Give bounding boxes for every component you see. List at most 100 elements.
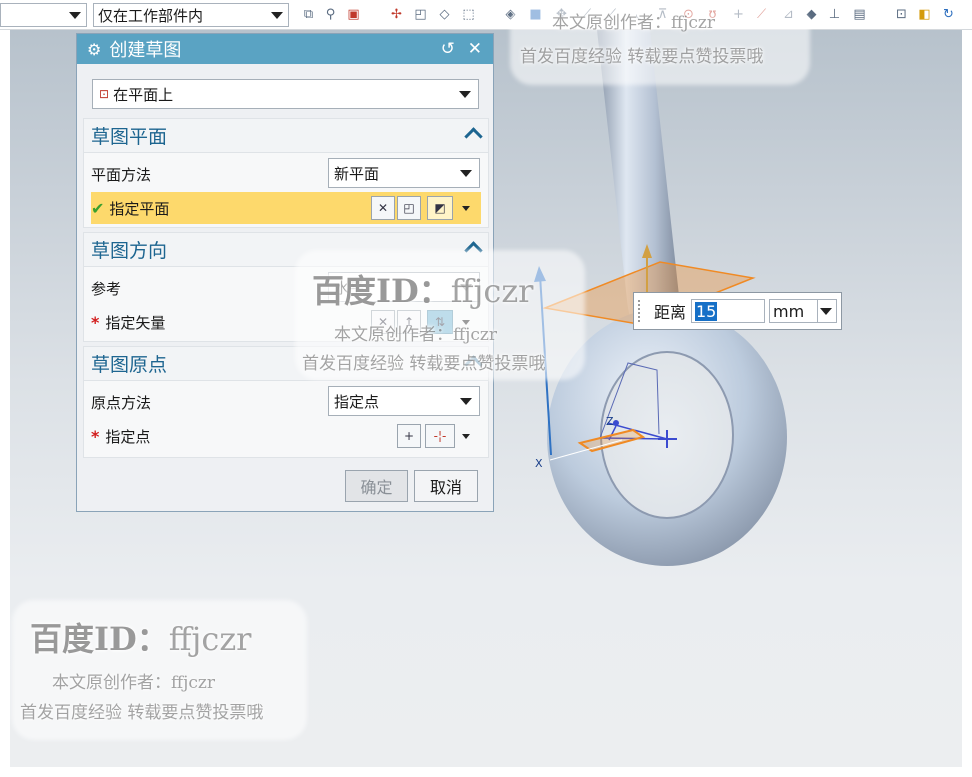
circle-center-icon[interactable]: ⊙	[680, 6, 697, 23]
viewport-frame-bottom	[0, 767, 972, 777]
reset-icon[interactable]: ↺	[441, 39, 455, 59]
chevron-down-icon[interactable]	[455, 424, 477, 448]
plane-options-icon[interactable]: ◩	[427, 196, 453, 220]
intersect-icon[interactable]: ⊼	[654, 6, 671, 23]
arc-icon[interactable]: ◟	[630, 6, 647, 23]
dialog-titlebar[interactable]: ⚙ 创建草图 ↺ ✕	[77, 34, 493, 64]
wcs-icon[interactable]: ✥	[553, 6, 570, 23]
scope-select[interactable]: 仅在工作部件内	[93, 3, 289, 27]
filter-select[interactable]	[0, 3, 87, 27]
distance-popup: 距离 15 mm	[633, 292, 842, 330]
point-snap-icon[interactable]: ✢	[388, 6, 405, 23]
viewport-frame-right	[962, 30, 972, 777]
orient-view-icon[interactable]: ◈	[502, 6, 519, 23]
select-feature-icon[interactable]: ▣	[345, 6, 362, 23]
group-sketch-plane: 草图平面 平面方法 新平面 ✔ 指定平面 ✕ ◰ ◩	[83, 118, 489, 228]
sketch-type-select[interactable]: ⊡ 在平面上	[92, 79, 479, 109]
x-axis-label: X	[535, 457, 543, 470]
dialog-title: 创建草图	[109, 40, 182, 61]
chevron-down-icon[interactable]	[455, 310, 477, 334]
specify-point-label: 指定点	[105, 427, 151, 446]
viewport-frame-left	[0, 30, 10, 777]
chevron-down-icon	[460, 284, 472, 291]
create-sketch-dialog: ⚙ 创建草图 ↺ ✕ ⊡ 在平面上 草图平面 平面方法 新平面 ✔ 指定平面 ✕…	[76, 33, 494, 512]
group-sketch-orientation-header[interactable]: 草图方向	[84, 233, 488, 267]
top-toolbar: 仅在工作部件内 ⧉ ⚲ ▣ ✢ ◰ ◇ ⬚ ◈ ■ ✥ ⟋ ⟋ ◟ ⊼ ⊙ ʊ …	[0, 0, 972, 30]
line-icon[interactable]: ⟋	[578, 6, 595, 23]
chevron-down-icon	[459, 91, 471, 98]
refresh-view-icon[interactable]: ◧	[916, 6, 933, 23]
plane-method-select[interactable]: 新平面	[328, 158, 480, 188]
infer-vector-icon[interactable]: ✕	[371, 310, 395, 334]
chevron-down-icon	[69, 12, 81, 19]
unit-select[interactable]: mm	[769, 299, 837, 323]
shaded-icon[interactable]: ■	[527, 6, 544, 23]
specify-point-row[interactable]: * 指定点	[91, 420, 481, 452]
collapse-icon[interactable]	[465, 241, 481, 255]
box-select-icon[interactable]: ⬚	[460, 6, 477, 23]
chevron-down-icon	[460, 170, 472, 177]
origin-method-label: 原点方法	[91, 393, 152, 412]
close-icon[interactable]: ✕	[468, 39, 482, 59]
chevron-down-icon	[271, 12, 283, 19]
group-sketch-plane-header[interactable]: 草图平面	[84, 119, 488, 153]
group-sketch-origin-header[interactable]: 草图原点	[84, 347, 488, 381]
cancel-button[interactable]: 取消	[414, 470, 478, 502]
collapse-icon[interactable]	[465, 355, 481, 369]
sketch-type-value: 在平面上	[113, 85, 174, 104]
drag-grip-icon[interactable]	[638, 300, 644, 322]
vector-dialog-icon[interactable]: ↥	[397, 310, 421, 334]
snap-icon[interactable]: ⧉	[300, 6, 317, 23]
plus-point-icon[interactable]: +	[730, 6, 747, 23]
ok-button[interactable]: 确定	[345, 470, 408, 502]
distance-input[interactable]: 15	[691, 299, 765, 323]
on-curve-icon[interactable]: ⟋	[753, 6, 770, 23]
select-body-icon[interactable]: ◰	[412, 6, 429, 23]
wcs-origin[interactable]	[613, 420, 619, 426]
required-star-icon: *	[91, 312, 100, 332]
reference-vector-arrowhead	[534, 266, 546, 282]
collapse-icon[interactable]	[465, 127, 481, 141]
required-star-icon: *	[91, 426, 100, 446]
unit-value: mm	[773, 301, 805, 321]
filter-funnel-icon[interactable]: ⚲	[322, 6, 339, 23]
reference-label: 参考	[91, 279, 122, 298]
reference-vector-arrow[interactable]	[539, 274, 552, 456]
scope-select-value: 仅在工作部件内	[98, 6, 204, 25]
specify-plane-label: 指定平面	[109, 199, 170, 218]
origin-method-select[interactable]: 指定点	[328, 386, 480, 416]
specify-plane-row[interactable]: ✔ 指定平面	[91, 192, 481, 224]
reference-value: 水平	[334, 278, 365, 297]
chevron-down-icon[interactable]	[455, 196, 477, 220]
reference-select[interactable]: 水平	[328, 272, 480, 302]
point-type-icon[interactable]: -¦-	[425, 424, 455, 448]
table-icon[interactable]: ▤	[851, 6, 868, 23]
group-sketch-orientation: 草图方向 参考 水平 * 指定矢量 ✕ ↥ ⇅	[83, 232, 489, 342]
select-face-icon[interactable]: ◇	[436, 6, 453, 23]
sketch-plane-icon[interactable]: ⊿	[780, 6, 797, 23]
chevron-down-icon	[820, 308, 832, 315]
group-sketch-orientation-title: 草图方向	[91, 240, 168, 262]
rotate-icon[interactable]: ↻	[940, 6, 957, 23]
origin-method-value: 指定点	[334, 392, 380, 411]
measure-icon[interactable]: ⊥	[826, 6, 843, 23]
curve-icon[interactable]: ⟋	[603, 6, 620, 23]
z-axis-label: Z	[606, 415, 614, 428]
group-sketch-origin-title: 草图原点	[91, 354, 168, 376]
check-icon: ✔	[91, 198, 105, 218]
on-plane-icon: ⊡	[99, 87, 110, 101]
specify-vector-row[interactable]: * 指定矢量	[91, 306, 481, 338]
plane-method-value: 新平面	[334, 164, 380, 183]
zoom-fit-icon[interactable]: ⊡	[893, 6, 910, 23]
plane-method-label: 平面方法	[91, 165, 152, 184]
tangent-icon[interactable]: ʊ	[704, 6, 721, 23]
surface-icon[interactable]: ◆	[803, 6, 820, 23]
plane-dialog-icon[interactable]: ◰	[397, 196, 421, 220]
gear-icon: ⚙	[87, 39, 102, 59]
reverse-direction-icon[interactable]: ⇅	[427, 310, 453, 334]
distance-value: 15	[695, 301, 718, 321]
point-dialog-icon[interactable]: +	[397, 424, 421, 448]
group-sketch-origin: 草图原点 原点方法 指定点 * 指定点 + -¦-	[83, 346, 489, 458]
distance-label: 距离	[654, 303, 687, 322]
infer-plane-icon[interactable]: ✕	[371, 196, 395, 220]
